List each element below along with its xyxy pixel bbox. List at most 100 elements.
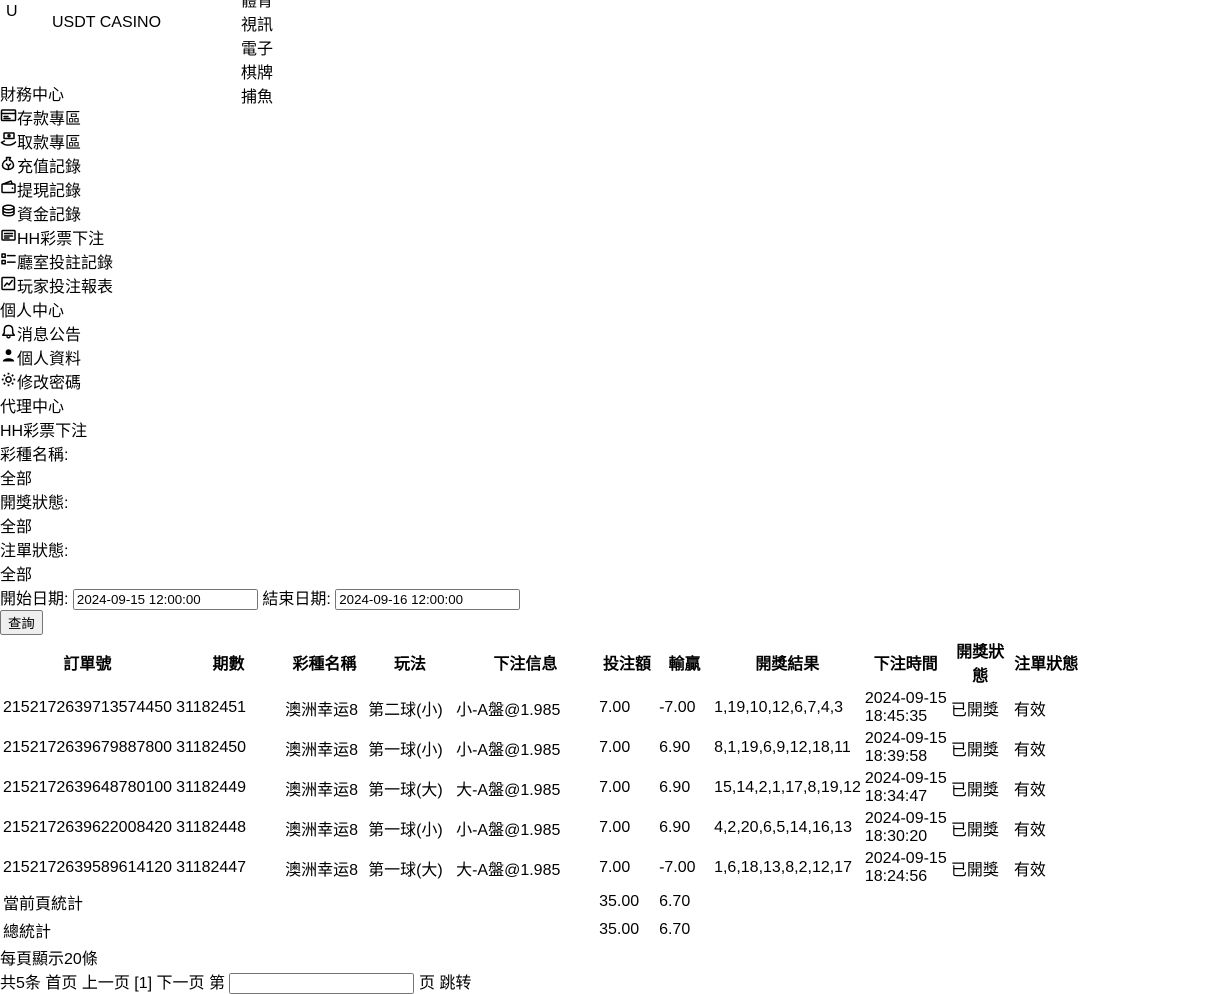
column-header: 開獎結果 (713, 637, 862, 687)
table-cell: 大-A盤@1.985 (455, 849, 596, 887)
order-status-select[interactable]: 全部 (0, 561, 58, 585)
filter-panel: 彩種名稱: 全部 開獎狀態: 全部 注單狀態: 全部 開始日期: 結束日期: (0, 441, 1222, 635)
lottery-name-label: 彩種名稱: (0, 447, 68, 464)
table-cell: 第一球(大) (367, 769, 453, 807)
pagination: 共5条 首页 上一页 [1] 下一页 第 页 跳转 (0, 969, 1222, 994)
table-cell: 澳洲幸运8 (284, 689, 365, 727)
table-cell: 已開獎 (950, 809, 1011, 847)
nav-item-4[interactable]: 電子 (241, 35, 273, 59)
sidebar-item-label: HH彩票下注 (17, 231, 104, 248)
table-cell: 已開獎 (950, 769, 1011, 807)
app-surface: 玩家中心 PLAYERS CENTER 財務中心存款專區取款專區充值記錄提現記錄… (0, 0, 1222, 994)
table-cell: 2024-09-15 18:24:56 (864, 849, 948, 887)
summary-label: 總統計 (2, 917, 596, 943)
jump-page-input[interactable] (229, 973, 414, 994)
table-cell: 7.00 (598, 849, 656, 887)
table-cell: 31182447 (175, 849, 282, 887)
sidebar-item-profile[interactable]: 個人資料 (0, 345, 1222, 369)
table-footer: 每頁顯示20條 共5条 首页 上一页 [1] 下一页 第 页 跳转 (0, 945, 1222, 994)
breadcrumb: HH彩票下注 (0, 417, 1222, 441)
column-header: 彩種名稱 (284, 637, 365, 687)
sidebar-item-label: 廳室投註記錄 (17, 255, 113, 272)
summary-winloss-total: 6.70 (658, 889, 711, 915)
total-count: 共5条 (0, 975, 41, 992)
nav-item-3[interactable]: 視訊 (241, 11, 273, 35)
table-cell: 1,6,18,13,8,2,12,17 (713, 849, 862, 887)
sidebar-item-deposit[interactable]: 存款專區 (0, 105, 1222, 129)
table-cell: 2152172639713574450 (2, 689, 173, 727)
table-cell: 已開獎 (950, 849, 1011, 887)
jump-action-link[interactable]: 跳转 (439, 975, 471, 992)
sidebar-item-recharge-record[interactable]: 充值記錄 (0, 153, 1222, 177)
lottery-name-select[interactable]: 全部 (0, 465, 126, 489)
column-header: 期數 (175, 637, 282, 687)
notice-icon (0, 327, 17, 344)
nav-item-label: 視訊 (241, 17, 273, 34)
lottery-name-value: 全部 (0, 471, 32, 488)
table-cell: 第一球(小) (367, 729, 453, 767)
table-cell: 已開獎 (950, 729, 1011, 767)
sidebar-item-funds-record[interactable]: 資金記錄 (0, 201, 1222, 225)
sidebar-item-player-report[interactable]: 玩家投注報表 (0, 273, 1222, 297)
table-cell: 7.00 (598, 689, 656, 727)
table-row: 215217263964878010031182449澳洲幸运8第一球(大)大-… (2, 769, 1080, 807)
draw-status-label: 開獎狀態: (0, 495, 68, 512)
logo-text: USDT CASINO (52, 14, 161, 32)
sidebar-item-label: 消息公告 (17, 327, 81, 344)
sidebar-item-password[interactable]: 修改密碼 (0, 369, 1222, 393)
summary-row: 當前頁統計35.006.70 (2, 889, 1080, 915)
table-cell: 15,14,2,1,17,8,19,12 (713, 769, 862, 807)
page-size-text: 每頁顯示20條 (0, 951, 98, 968)
column-header: 下注時間 (864, 637, 948, 687)
table-cell: 31182448 (175, 809, 282, 847)
filter-row: 彩種名稱: 全部 開獎狀態: 全部 注單狀態: 全部 開始日期: 結束日期: (0, 441, 1222, 610)
end-date-input[interactable] (335, 589, 520, 610)
nav-item-label: 電子 (241, 41, 273, 58)
sidebar: 玩家中心 PLAYERS CENTER 財務中心存款專區取款專區充值記錄提現記錄… (0, 0, 1222, 417)
sidebar-section-title-0: 財務中心 (0, 81, 1222, 105)
sidebar-section-title-1: 個人中心 (0, 297, 1222, 321)
summary-bet-total: 35.00 (598, 889, 656, 915)
sidebar-item-notice[interactable]: 消息公告 (0, 321, 1222, 345)
search-button[interactable]: 查詢 (0, 610, 43, 635)
column-header: 輸贏 (658, 637, 711, 687)
withdrawal-record-icon (0, 183, 17, 200)
start-date-input[interactable] (73, 589, 258, 610)
sidebar-item-withdraw[interactable]: 取款專區 (0, 129, 1222, 153)
table-cell: 有效 (1013, 809, 1080, 847)
site-top-nav: U USDT CASINO 首頁彩票體育視訊電子棋牌捕魚 (0, 0, 1222, 45)
nav-item-6[interactable]: 捕魚 (241, 83, 273, 107)
sidebar-item-label: 玩家投注報表 (17, 279, 113, 296)
prev-page-link[interactable]: 上一页 (82, 975, 130, 992)
table-row: 215217263967988780031182450澳洲幸运8第一球(小)小-… (2, 729, 1080, 767)
first-page-link[interactable]: 首页 (45, 975, 77, 992)
jump-suffix-label: 页 (419, 975, 435, 992)
draw-status-select[interactable]: 全部 (0, 513, 70, 537)
sidebar-item-lottery-bet[interactable]: HH彩票下注 (0, 225, 1222, 249)
column-header: 下注信息 (455, 637, 596, 687)
column-header: 注單狀態 (1013, 637, 1080, 687)
table-cell: 已開獎 (950, 689, 1011, 727)
nav-item-2[interactable]: 體育 (241, 0, 273, 11)
jump-prefix-label: 第 (209, 975, 225, 992)
table-row: 215217263962200842031182448澳洲幸运8第一球(小)小-… (2, 809, 1080, 847)
summary-winloss-total: 6.70 (658, 917, 711, 943)
next-page-link[interactable]: 下一页 (157, 975, 205, 992)
order-status-label: 注單狀態: (0, 543, 68, 560)
player-report-icon (0, 279, 17, 296)
site-logo[interactable]: U USDT CASINO (6, 3, 241, 43)
recharge-record-icon (0, 159, 17, 176)
summary-bet-total: 35.00 (598, 917, 656, 943)
summary-empty (713, 889, 1080, 915)
table-cell: -7.00 (658, 689, 711, 727)
table-cell: -7.00 (658, 849, 711, 887)
table-cell: 6.90 (658, 769, 711, 807)
column-header: 投注額 (598, 637, 656, 687)
table-cell: 6.90 (658, 809, 711, 847)
sidebar-item-withdrawal-record[interactable]: 提現記錄 (0, 177, 1222, 201)
nav-item-5[interactable]: 棋牌 (241, 59, 273, 83)
table-cell: 4,2,20,6,5,14,16,13 (713, 809, 862, 847)
main-nav: 首頁彩票體育視訊電子棋牌捕魚 (241, 0, 273, 107)
sidebar-item-hall-bet-record[interactable]: 廳室投註記錄 (0, 249, 1222, 273)
table-cell: 有效 (1013, 689, 1080, 727)
